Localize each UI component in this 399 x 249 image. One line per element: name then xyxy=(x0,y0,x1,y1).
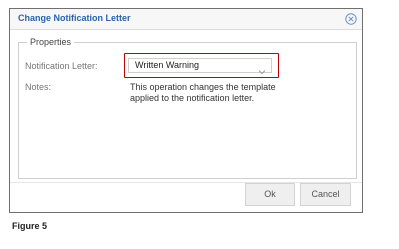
chevron-down-icon xyxy=(258,62,266,75)
dialog-titlebar: Change Notification Letter xyxy=(10,9,362,30)
notification-letter-value: Written Warning xyxy=(135,60,200,70)
close-icon[interactable] xyxy=(345,12,357,25)
properties-group: Properties Notification Letter: Written … xyxy=(18,37,357,179)
notes-text: This operation changes the template appl… xyxy=(130,82,276,103)
cancel-button[interactable]: Cancel xyxy=(300,183,351,206)
dialog-title: Change Notification Letter xyxy=(18,13,131,23)
notification-letter-label: Notification Letter: xyxy=(25,61,98,71)
change-notification-letter-dialog: Change Notification Letter Properties No… xyxy=(9,8,363,213)
notes-label: Notes: xyxy=(25,82,52,92)
ok-button[interactable]: Ok xyxy=(245,183,295,206)
notification-letter-select[interactable]: Written Warning xyxy=(128,58,272,75)
properties-legend: Properties xyxy=(27,37,75,47)
figure-caption: Figure 5 xyxy=(12,221,48,231)
